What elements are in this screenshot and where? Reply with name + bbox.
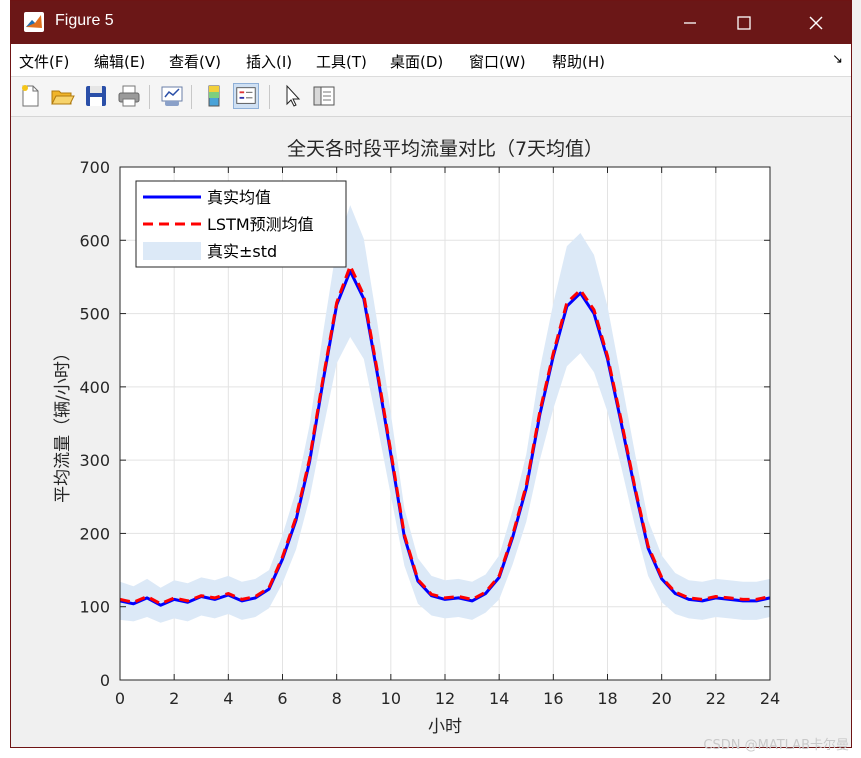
- x-axis-label: 小时: [428, 717, 462, 737]
- maximize-button[interactable]: [717, 1, 771, 44]
- open-file-icon[interactable]: [49, 83, 75, 109]
- figure-canvas: 0 2 4 6 8 10 12 14 16 18 20 22 24 0 100 200 300 400 500 600…: [11, 117, 851, 747]
- menu-help[interactable]: 帮助(H): [552, 51, 605, 72]
- legend[interactable]: 真实均值 LSTM预测均值 真实±std: [135, 180, 347, 268]
- x-tick-label: 12: [435, 689, 455, 708]
- menu-bar: 文件(F) 编辑(E) 查看(V) 插入(I) 工具(T) 桌面(D) 窗口(W…: [11, 44, 851, 77]
- close-button[interactable]: [789, 1, 843, 44]
- maximize-icon: [737, 15, 751, 30]
- x-tick-label: 22: [706, 689, 726, 708]
- matlab-app-icon: [24, 12, 44, 32]
- legend-swatch-std: [143, 242, 201, 260]
- select-arrow-icon[interactable]: [279, 83, 305, 109]
- insert-colorbar-icon[interactable]: [201, 83, 227, 109]
- new-figure-icon[interactable]: [17, 83, 43, 109]
- x-tick-label: 2: [169, 689, 179, 708]
- dock-figure-icon[interactable]: ↘: [832, 52, 843, 67]
- save-icon[interactable]: [83, 83, 109, 109]
- y-tick-label: 300: [79, 451, 110, 470]
- menu-desktop[interactable]: 桌面(D): [390, 51, 443, 72]
- figure-toolbar: [11, 77, 851, 117]
- x-tick-label: 18: [597, 689, 617, 708]
- toolbar-separator: [269, 85, 270, 109]
- menu-edit[interactable]: 编辑(E): [94, 51, 145, 72]
- x-tick-label: 10: [381, 689, 401, 708]
- window-title: Figure 5: [55, 12, 114, 29]
- legend-label-real: 真实均值: [207, 188, 271, 207]
- x-tick-label: 20: [651, 689, 671, 708]
- x-tick-label: 14: [489, 689, 509, 708]
- print-icon[interactable]: [116, 83, 142, 109]
- y-tick-label: 500: [79, 305, 110, 324]
- y-tick-label: 200: [79, 524, 110, 543]
- x-tick-label: 4: [223, 689, 233, 708]
- menu-file[interactable]: 文件(F): [19, 51, 69, 72]
- x-tick-label: 8: [332, 689, 342, 708]
- menu-tools[interactable]: 工具(T): [316, 51, 367, 72]
- property-editor-icon[interactable]: [311, 83, 337, 109]
- figure-window: Figure 5 文件(F) 编辑(E) 查看(V) 插入(I) 工具(T) 桌…: [10, 0, 852, 748]
- menu-view[interactable]: 查看(V): [169, 51, 221, 72]
- y-tick-label: 400: [79, 378, 110, 397]
- minimize-button[interactable]: [663, 1, 717, 44]
- y-tick-label: 0: [100, 671, 110, 690]
- x-tick-label: 24: [760, 689, 780, 708]
- y-tick-label: 600: [79, 231, 110, 250]
- y-axis-label: 平均流量（辆/小时）: [53, 344, 73, 503]
- y-tick-label: 100: [79, 598, 110, 617]
- chart-title: 全天各时段平均流量对比（7天均值）: [287, 138, 603, 160]
- menu-insert[interactable]: 插入(I): [246, 51, 292, 72]
- x-tick-label: 0: [115, 689, 125, 708]
- insert-legend-icon[interactable]: [233, 83, 259, 109]
- close-icon: [809, 16, 823, 29]
- legend-label-pred: LSTM预测均值: [207, 215, 314, 234]
- legend-label-std: 真实±std: [207, 242, 277, 261]
- x-tick-label: 6: [277, 689, 287, 708]
- minimize-icon: [684, 21, 696, 24]
- menu-window[interactable]: 窗口(W): [469, 51, 526, 72]
- chart-svg: 0 2 4 6 8 10 12 14 16 18 20 22 240100200300400500600…: [53, 138, 780, 737]
- title-bar[interactable]: Figure 5: [11, 1, 851, 44]
- toolbar-separator: [191, 85, 192, 109]
- watermark: CSDN @MATLAB卡尔曼: [703, 738, 849, 753]
- y-tick-label: 700: [79, 158, 110, 177]
- toolbar-separator: [149, 85, 150, 109]
- link-plot-icon[interactable]: [159, 83, 185, 109]
- x-tick-label: 16: [543, 689, 563, 708]
